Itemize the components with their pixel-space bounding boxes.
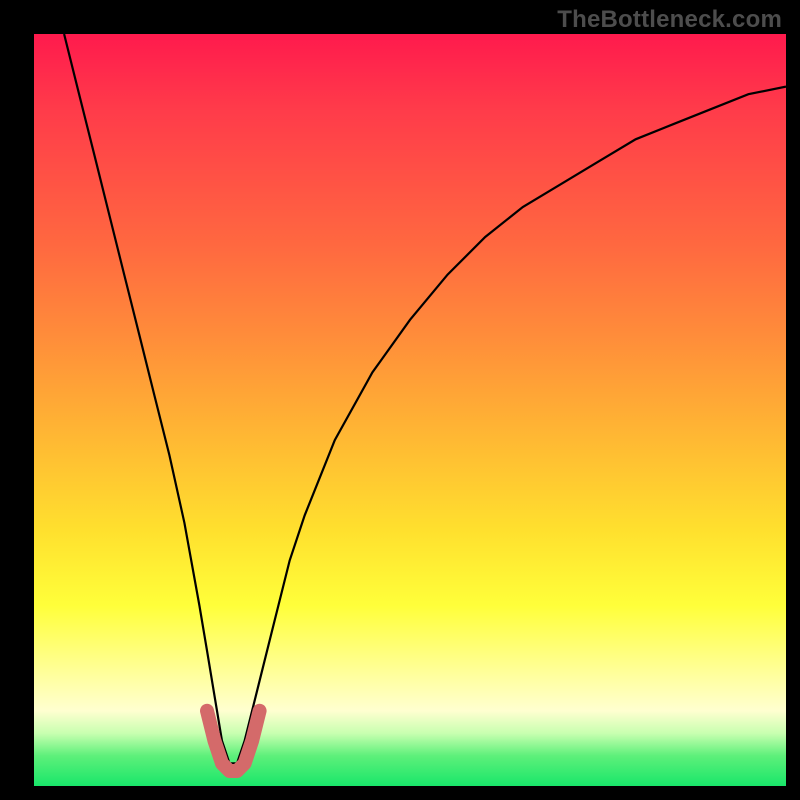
curve-layer [34,34,786,786]
highlight-band [207,711,260,771]
watermark-text: TheBottleneck.com [557,6,782,34]
chart-frame: TheBottleneck.com [0,0,800,800]
bottleneck-curve [64,34,786,763]
plot-area [34,34,786,786]
